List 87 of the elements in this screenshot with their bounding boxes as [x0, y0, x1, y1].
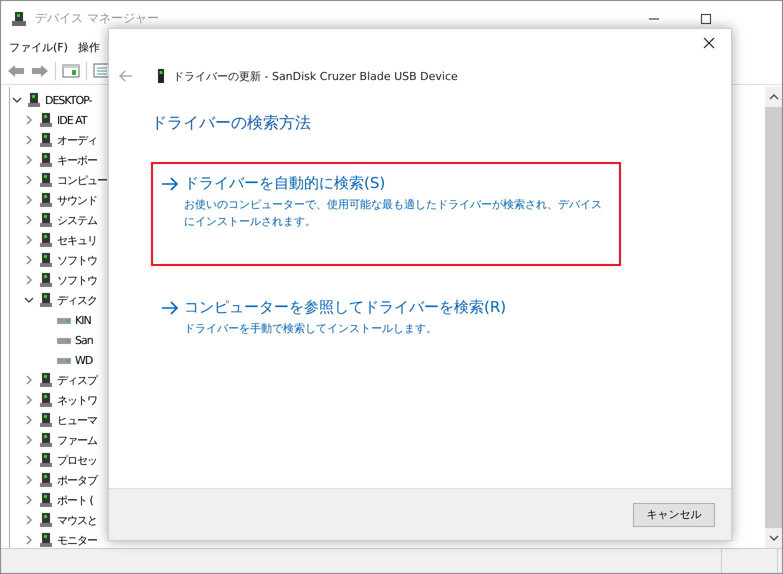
properties-icon[interactable] — [62, 63, 80, 79]
device-icon — [38, 152, 54, 168]
tree-item[interactable]: ファーム — [57, 432, 97, 448]
app-icon — [11, 10, 27, 26]
expand-icon[interactable] — [24, 515, 34, 525]
expand-icon[interactable] — [24, 435, 34, 445]
device-icon — [38, 512, 54, 528]
device-icon — [38, 472, 54, 488]
expand-icon[interactable] — [24, 455, 34, 465]
device-icon — [38, 192, 54, 208]
device-icon — [38, 452, 54, 468]
tree-item[interactable]: ポート ( — [57, 492, 93, 508]
arrow-icon — [161, 176, 179, 190]
search-option[interactable]: ドライバーを自動的に検索(S) お使いのコンピューターで、使用可能な最も適したドライバーが検索され、デバイスにインストールされます。 — [151, 162, 621, 266]
expand-icon[interactable] — [24, 235, 34, 245]
expand-icon[interactable] — [24, 535, 34, 545]
device-icon — [38, 372, 54, 388]
tree-item[interactable]: オーディ — [57, 132, 97, 148]
collapse-icon[interactable] — [12, 95, 22, 105]
tree-item[interactable]: WD — [75, 354, 92, 366]
menu-item[interactable]: ファイル(F) — [9, 40, 68, 54]
scroll-up-icon[interactable] — [768, 93, 778, 101]
arrow-icon — [161, 300, 179, 314]
device-icon — [38, 112, 54, 128]
option-title: ドライバーを自動的に検索(S) — [184, 174, 386, 193]
tree-item[interactable]: キーボー — [57, 152, 97, 168]
tree-item[interactable]: ネットワ — [57, 392, 97, 408]
expand-icon[interactable] — [24, 135, 34, 145]
tree-item[interactable]: サウンド — [57, 192, 97, 208]
tree-item[interactable]: マウスと — [57, 512, 97, 528]
menu-item[interactable]: 操作 — [78, 40, 100, 54]
expand-icon[interactable] — [24, 115, 34, 125]
cancel-button[interactable]: キャンセル — [633, 502, 715, 526]
tree-item[interactable]: DESKTOP- — [45, 94, 92, 106]
device-icon — [38, 272, 54, 288]
expand-icon[interactable] — [24, 395, 34, 405]
tree-item[interactable]: コンピュー — [57, 172, 107, 188]
tree-item[interactable]: モニター — [57, 532, 97, 548]
back-icon[interactable] — [7, 64, 25, 78]
expand-icon[interactable] — [24, 255, 34, 265]
tree-item[interactable]: ポータブ — [57, 472, 97, 488]
expand-icon[interactable] — [24, 415, 34, 425]
expand-icon[interactable] — [24, 195, 34, 205]
device-icon — [38, 132, 54, 148]
device-icon — [38, 172, 54, 188]
window-title: デバイス マネージャー — [35, 10, 159, 27]
tree-item[interactable]: San — [75, 334, 93, 346]
device-icon — [38, 532, 54, 548]
device-icon — [38, 412, 54, 428]
device-icon — [38, 212, 54, 228]
device-icon — [38, 252, 54, 268]
expand-icon[interactable] — [24, 215, 34, 225]
option-title: コンピューターを参照してドライバーを検索(R) — [184, 298, 506, 317]
option-description: お使いのコンピューターで、使用可能な最も適したドライバーが検索され、デバイスにインストールされます。 — [184, 197, 603, 230]
expand-icon[interactable] — [24, 155, 34, 165]
tree-item[interactable]: セキュリ — [57, 232, 97, 248]
forward-icon[interactable] — [31, 64, 49, 78]
tree-item[interactable]: システム — [57, 212, 97, 228]
dialog-title: ドライバーの更新 - SanDisk Cruzer Blade USB Device — [173, 68, 458, 84]
device-icon — [38, 492, 54, 508]
tree-item[interactable]: プロセッ — [57, 452, 97, 468]
device-icon — [38, 292, 54, 308]
close-icon[interactable] — [703, 37, 715, 49]
device-icon — [26, 92, 42, 108]
device-icon — [38, 232, 54, 248]
expand-icon[interactable] — [24, 175, 34, 185]
tree-item[interactable]: KIN — [75, 314, 91, 326]
tree-item[interactable]: ディスク — [57, 292, 97, 308]
tree-item[interactable]: ディスプ — [57, 372, 97, 388]
expand-icon[interactable] — [24, 375, 34, 385]
device-icon — [38, 392, 54, 408]
expand-icon[interactable] — [24, 495, 34, 505]
search-option[interactable]: コンピューターを参照してドライバーを検索(R) ドライバーを手動で検索してインストールします。 — [151, 286, 621, 390]
tree-item[interactable]: ソフトウ — [57, 252, 97, 268]
tree-item[interactable]: ソフトウ — [57, 272, 97, 288]
tree-item[interactable]: ヒューマ — [57, 412, 97, 428]
collapse-icon[interactable] — [24, 295, 34, 305]
usb-drive-icon — [157, 69, 165, 83]
dialog-heading: ドライバーの検索方法 — [151, 113, 312, 134]
option-description: ドライバーを手動で検索してインストールします。 — [184, 321, 438, 337]
tree-item[interactable]: IDE AT — [57, 114, 87, 126]
expand-icon[interactable] — [24, 475, 34, 485]
maximize-icon[interactable] — [700, 12, 712, 24]
back-icon[interactable] — [119, 70, 133, 82]
expand-icon[interactable] — [24, 275, 34, 285]
device-icon — [38, 432, 54, 448]
scroll-down-icon[interactable] — [768, 534, 778, 542]
